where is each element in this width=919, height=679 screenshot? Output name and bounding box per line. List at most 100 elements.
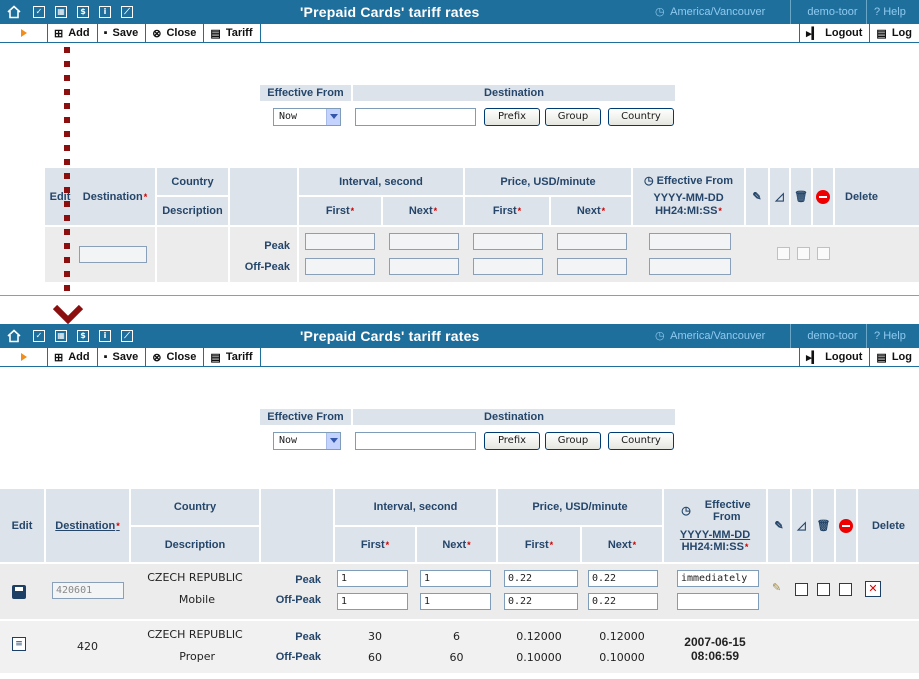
user-link[interactable]: demo-toor: [799, 0, 866, 24]
interval-first-offpeak-input[interactable]: 1: [337, 593, 408, 610]
info-icon[interactable]: i: [94, 324, 116, 348]
logout-button[interactable]: ▸▎ Logout: [799, 348, 869, 366]
interval-next-offpeak-input[interactable]: 1: [420, 593, 491, 610]
discontinue-checkbox[interactable]: [839, 583, 852, 596]
empty-rates-panel: ✓ ▦ $ i ⟋ 'Prepaid Cards' tariff rates ◷…: [0, 0, 919, 296]
peak-label: Peak: [295, 631, 321, 643]
save-icon: ▪: [103, 351, 108, 363]
interval-first-offpeak-input[interactable]: [305, 258, 375, 275]
menu-arrow-icon[interactable]: [0, 24, 48, 42]
log-button[interactable]: ▤ Log: [869, 24, 919, 42]
add-button[interactable]: ⊞ Add: [48, 348, 98, 366]
add-button[interactable]: ⊞ Add: [48, 24, 98, 42]
info-icon[interactable]: i: [94, 0, 116, 24]
tariff-button[interactable]: ▤ Tariff: [204, 24, 261, 42]
interval-first-peak-input[interactable]: 1: [337, 570, 408, 587]
next-label: Next: [408, 205, 433, 217]
price-next-peak-input[interactable]: [557, 233, 627, 250]
add-icon: ⊞: [54, 27, 64, 40]
log-icon: ▤: [876, 27, 887, 40]
effective-offpeak-input[interactable]: [677, 593, 759, 610]
page-title: 'Prepaid Cards' tariff rates: [300, 328, 480, 344]
date-format[interactable]: YYYY-MM-DD: [680, 529, 750, 541]
destination-input[interactable]: [355, 108, 476, 126]
log-button[interactable]: ▤ Log: [869, 348, 919, 366]
group-button[interactable]: Group: [545, 432, 601, 450]
price-first-peak-input[interactable]: 0.22: [504, 570, 578, 587]
level-checkbox[interactable]: [797, 247, 810, 260]
first-label: First: [492, 205, 517, 217]
interval-first-peak-input[interactable]: [305, 233, 375, 250]
clock-icon: ◷: [655, 330, 671, 342]
destination-input[interactable]: [355, 432, 476, 450]
prefix-button[interactable]: Prefix: [484, 432, 540, 450]
effective-from-input[interactable]: immediately: [677, 570, 759, 587]
required-mark: *: [601, 206, 606, 216]
price-first-peak-input[interactable]: [473, 233, 543, 250]
destination-header[interactable]: Destination *: [46, 489, 129, 562]
close-icon: ⊗: [152, 27, 162, 40]
price-first-offpeak-input[interactable]: 0.22: [504, 593, 578, 610]
close-button[interactable]: ⊗ Close: [146, 348, 205, 366]
price-next-offpeak-input[interactable]: [557, 258, 627, 275]
dollar-icon[interactable]: $: [72, 324, 94, 348]
trash-checkbox[interactable]: [817, 583, 830, 596]
destination-input[interactable]: [79, 246, 147, 263]
required-mark: *: [385, 539, 390, 550]
price-next-offpeak-input[interactable]: 0.22: [588, 593, 658, 610]
peak-label: Peak: [264, 240, 290, 252]
help-link[interactable]: ? Help: [874, 0, 906, 24]
grid-icon[interactable]: ▦: [50, 0, 72, 24]
edit-row-icon[interactable]: ≡: [12, 637, 26, 651]
forbidden-icon: [813, 168, 833, 225]
price-first-header: First *: [465, 197, 549, 225]
save-button[interactable]: ▪ Save: [98, 24, 147, 42]
log-label: Log: [891, 351, 912, 363]
discontinue-checkbox[interactable]: [817, 247, 830, 260]
close-button[interactable]: ⊗ Close: [146, 24, 205, 42]
interval-next-peak-input[interactable]: 1: [420, 570, 491, 587]
save-button[interactable]: ▪ Save: [98, 348, 147, 366]
price-first-offpeak-value: 0.10000: [516, 651, 562, 664]
checkbox-icon[interactable]: ✓: [28, 324, 50, 348]
save-row-icon[interactable]: [12, 585, 26, 599]
effective-offpeak-input[interactable]: [649, 258, 731, 275]
timezone-link[interactable]: ◷ America/Vancouver: [655, 324, 765, 348]
timezone-link[interactable]: ◷ America/Vancouver: [655, 0, 765, 24]
formula-checkbox[interactable]: [777, 247, 790, 260]
country-cell: [157, 227, 228, 282]
user-link[interactable]: demo-toor: [799, 324, 866, 348]
grid-icon[interactable]: ▦: [50, 324, 72, 348]
help-link[interactable]: ? Help: [874, 324, 906, 348]
tariff-button[interactable]: ▤ Tariff: [204, 348, 261, 366]
effective-from-input[interactable]: [649, 233, 731, 250]
checkbox-icon[interactable]: ✓: [28, 0, 50, 24]
group-button[interactable]: Group: [545, 108, 601, 126]
effective-from-select[interactable]: Now: [273, 108, 341, 126]
time-format: HH24:MI:SS*: [682, 541, 749, 553]
home-icon[interactable]: [0, 324, 28, 348]
chart-icon[interactable]: ⟋: [116, 324, 138, 348]
delete-row-icon[interactable]: ✕: [865, 581, 881, 597]
add-label: Add: [68, 27, 90, 39]
close-label: Close: [166, 27, 197, 39]
country-value: CZECH REPUBLIC: [147, 628, 243, 641]
chart-icon[interactable]: ⟋: [116, 0, 138, 24]
tariff-icon: ▤: [210, 351, 221, 364]
interval-next-peak-input[interactable]: [389, 233, 459, 250]
price-next-peak-input[interactable]: 0.22: [588, 570, 658, 587]
prefix-button[interactable]: Prefix: [484, 108, 540, 126]
level-checkbox[interactable]: [795, 583, 808, 596]
home-icon[interactable]: [0, 0, 28, 24]
interval-next-offpeak-input[interactable]: [389, 258, 459, 275]
time-format: HH24:MI:SS*: [655, 205, 722, 218]
dollar-icon[interactable]: $: [72, 0, 94, 24]
country-button[interactable]: Country: [608, 432, 674, 450]
menu-arrow-icon[interactable]: [0, 348, 48, 366]
chevron-down-icon: [326, 109, 340, 125]
price-first-offpeak-input[interactable]: [473, 258, 543, 275]
formula-wizard-icon[interactable]: ✎: [772, 581, 781, 594]
country-button[interactable]: Country: [608, 108, 674, 126]
logout-button[interactable]: ▸▎ Logout: [799, 24, 869, 42]
effective-from-select[interactable]: Now: [273, 432, 341, 450]
